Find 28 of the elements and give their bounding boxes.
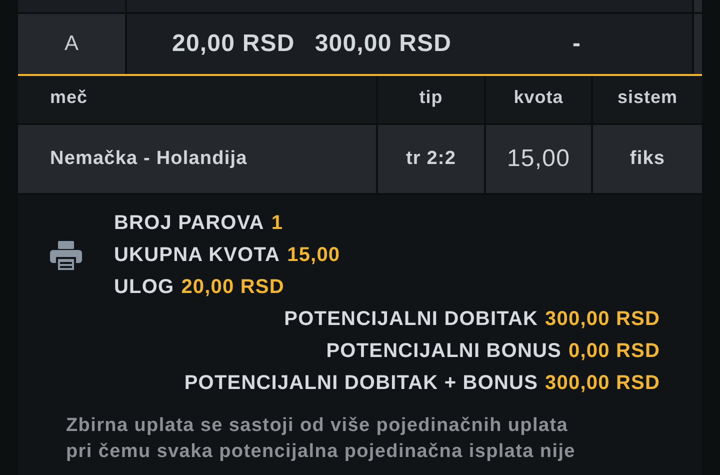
table-cell: 15,00: [486, 125, 591, 193]
column-header: meč: [18, 76, 376, 123]
summary-label: POTENCIJALNI DOBITAK + BONUS: [184, 372, 538, 394]
table-cell: fiks: [593, 125, 702, 193]
stake-amount: 20,00 RSD: [172, 30, 295, 58]
table-cell: [694, 0, 702, 12]
summary-label: ULOG: [114, 276, 174, 298]
summary-value: 300,00 RSD: [545, 372, 660, 394]
column-header: sistem: [593, 76, 702, 123]
column-header: tip: [378, 76, 484, 123]
bonus-amount: -: [571, 30, 582, 58]
info-note: Zbirna uplata se sastoji od više pojedinačnih uplata pri čemu svaka potencijalna pojedinačna isplata nije: [66, 414, 576, 464]
print-icon[interactable]: [50, 241, 82, 271]
table-cell: Nemačka - Holandija: [18, 125, 376, 193]
summary-value: 1: [271, 212, 284, 234]
system-label: A: [18, 14, 125, 74]
summary-label: BROJ PAROVA: [114, 212, 264, 234]
summary-label: POTENCIJALNI DOBITAK: [284, 308, 538, 330]
summary-value: 0,00 RSD: [568, 340, 660, 362]
summary-label: UKUPNA KVOTA: [114, 244, 280, 266]
summary-value: 300,00 RSD: [545, 308, 660, 330]
summary-value: 15,00: [287, 244, 340, 266]
summary-label: POTENCIJALNI BONUS: [326, 340, 562, 362]
table-cell: [694, 14, 702, 74]
column-header: kvota: [486, 76, 591, 123]
summary-value: 20,00 RSD: [181, 276, 284, 298]
win-amount: 300,00 RSD: [314, 30, 452, 58]
table-cell: tr 2:2: [378, 125, 484, 193]
